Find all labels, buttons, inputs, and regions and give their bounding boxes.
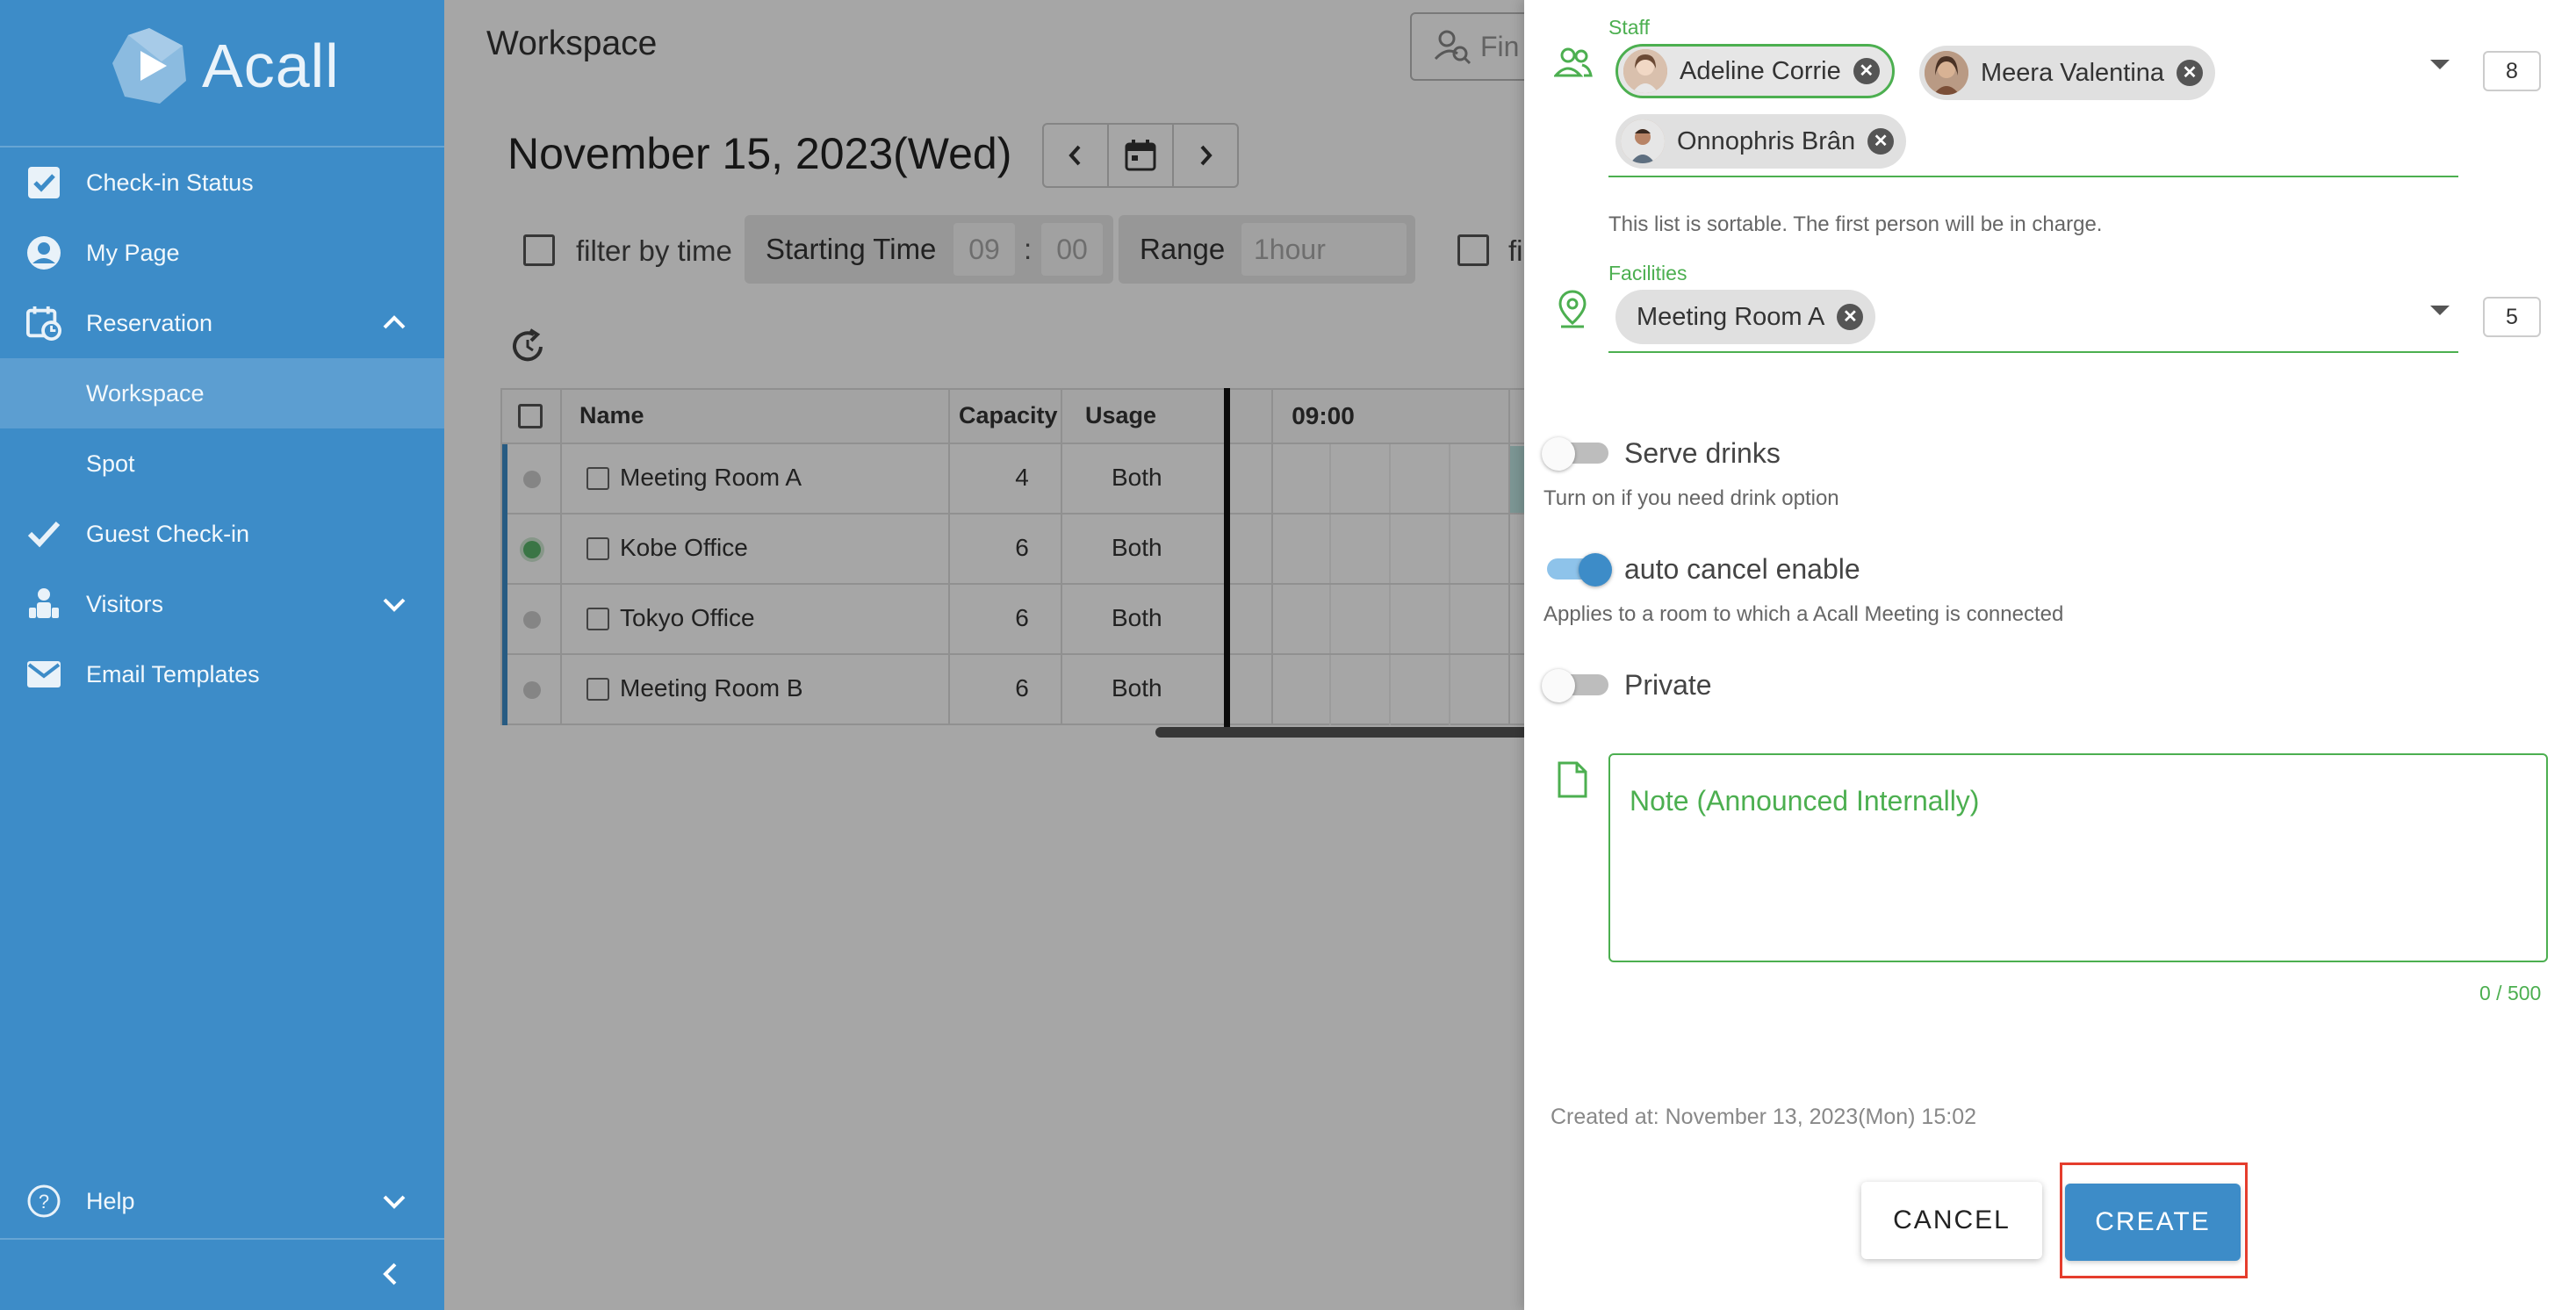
sidebar-item-label: Check-in Status	[86, 169, 254, 196]
sidebar-item-label: My Page	[86, 239, 180, 266]
reservation-panel: Staff Adeline Corrie ✕ Meera Valentina ✕…	[1524, 0, 2576, 1310]
sidebar-item-email-templates[interactable]: Email Templates	[0, 639, 444, 709]
collapse-sidebar-icon[interactable]	[378, 1259, 404, 1289]
staff-hint: This list is sortable. The first person …	[1608, 212, 2103, 236]
staff-dropdown-arrow-icon[interactable]	[2430, 60, 2450, 69]
serve-drinks-label: Serve drinks	[1624, 437, 1781, 469]
private-toggle[interactable]	[1542, 669, 1610, 702]
facilities-count: 5	[2483, 297, 2541, 337]
sidebar-item-help[interactable]: ? Help	[0, 1166, 444, 1236]
facilities-label: Facilities	[1608, 262, 1687, 284]
cancel-button[interactable]: CANCEL	[1861, 1182, 2042, 1259]
note-char-counter: 0 / 500	[2479, 982, 2542, 1004]
facility-chip-name: Meeting Room A	[1637, 302, 1825, 331]
avatar	[1621, 119, 1665, 163]
remove-chip-icon[interactable]: ✕	[2177, 60, 2204, 86]
auto-cancel-label: auto cancel enable	[1624, 553, 1860, 585]
visitor-icon	[26, 587, 61, 622]
sidebar-item-check-in-status[interactable]: Check-in Status	[0, 148, 444, 218]
create-button[interactable]: CREATE	[2065, 1184, 2241, 1261]
sidebar-item-workspace[interactable]: Workspace	[0, 358, 444, 428]
checkmark-icon	[26, 516, 61, 551]
sidebar-item-guest-check-in[interactable]: Guest Check-in	[0, 499, 444, 569]
sidebar-item-label: Email Templates	[86, 660, 260, 687]
staff-label: Staff	[1608, 16, 1650, 39]
sidebar-item-label: Spot	[86, 450, 135, 477]
nav-divider	[0, 1238, 444, 1240]
staff-chip[interactable]: Adeline Corrie ✕	[1615, 44, 1895, 98]
sidebar-item-label: Help	[86, 1187, 135, 1214]
staff-chip-name: Onnophris Brân	[1677, 126, 1856, 155]
chevron-up-icon[interactable]	[379, 308, 409, 338]
private-label: Private	[1624, 669, 1712, 701]
sidebar-item-reservation[interactable]: Reservation	[0, 288, 444, 358]
acall-logo-icon	[112, 28, 186, 104]
account-circle-icon	[26, 235, 61, 270]
facilities-field-underline	[1608, 351, 2458, 353]
svg-text:?: ?	[39, 1191, 49, 1213]
check-square-icon	[26, 165, 61, 200]
sidebar-item-spot[interactable]: Spot	[0, 428, 444, 499]
sidebar-item-visitors[interactable]: Visitors	[0, 569, 444, 639]
sidebar-item-label: Reservation	[86, 309, 213, 336]
chevron-down-icon[interactable]	[379, 1186, 409, 1216]
sidebar-item-label: Workspace	[86, 379, 205, 407]
sidebar-item-label: Guest Check-in	[86, 520, 250, 547]
avatar	[1925, 51, 1968, 95]
sidebar: Acall Check-in Status My Page Reservatio…	[0, 0, 444, 1310]
staff-chip[interactable]: Meera Valentina ✕	[1919, 46, 2216, 100]
created-at: Created at: November 13, 2023(Mon) 15:02	[1551, 1105, 1976, 1129]
facility-chip[interactable]: Meeting Room A ✕	[1615, 290, 1876, 344]
staff-chip[interactable]: Onnophris Brân ✕	[1615, 114, 1907, 169]
brand[interactable]: Acall	[109, 26, 340, 105]
people-icon	[1554, 47, 1593, 77]
note-icon	[1558, 761, 1587, 798]
staff-chip-name: Meera Valentina	[1981, 58, 2165, 87]
remove-chip-icon[interactable]: ✕	[1853, 58, 1880, 84]
brand-name: Acall	[202, 32, 340, 100]
chevron-down-icon[interactable]	[379, 589, 409, 619]
auto-cancel-toggle[interactable]	[1542, 553, 1612, 587]
serve-drinks-hint: Turn on if you need drink option	[1543, 486, 1839, 510]
staff-count: 8	[2483, 51, 2541, 91]
remove-chip-icon[interactable]: ✕	[1867, 128, 1895, 155]
help-circle-icon: ?	[26, 1184, 61, 1219]
facilities-dropdown-arrow-icon[interactable]	[2430, 306, 2450, 315]
mail-icon	[26, 657, 61, 692]
sidebar-item-my-page[interactable]: My Page	[0, 218, 444, 288]
note-placeholder: Note (Announced Internally)	[1630, 785, 1980, 817]
calendar-clock-icon	[26, 306, 61, 341]
note-textarea[interactable]: Note (Announced Internally)	[1608, 753, 2548, 962]
avatar	[1623, 49, 1667, 93]
staff-field-underline	[1608, 176, 2458, 177]
staff-chip-name: Adeline Corrie	[1680, 56, 1841, 85]
modal-backdrop[interactable]	[444, 0, 1524, 1310]
serve-drinks-toggle[interactable]	[1542, 437, 1610, 471]
remove-chip-icon[interactable]: ✕	[1837, 304, 1864, 330]
auto-cancel-hint: Applies to a room to which a Acall Meeti…	[1543, 602, 2064, 626]
sidebar-item-label: Visitors	[86, 590, 164, 617]
location-pin-icon	[1558, 290, 1587, 328]
